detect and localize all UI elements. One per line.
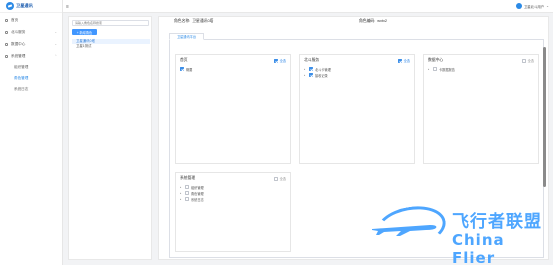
- sidebar-item-home[interactable]: 首页: [0, 14, 62, 26]
- caret-right-icon[interactable]: ▸: [428, 68, 431, 71]
- user-label: 卫星北斗用户: [523, 4, 545, 9]
- checkbox-unchecked-icon: [521, 58, 526, 63]
- sidebar-subitem-log[interactable]: 系统日志: [0, 84, 62, 95]
- tree-node[interactable]: ▸ 卡数据报告: [424, 66, 538, 72]
- caret-right-icon[interactable]: ▸: [180, 192, 183, 195]
- watermark: 飞行者联盟 China Flier: [370, 201, 548, 265]
- sidebar-item-label: 系统管理: [11, 53, 26, 58]
- checkbox-checked-icon[interactable]: [180, 67, 184, 71]
- gear-icon: [5, 54, 8, 58]
- sidebar-subitem-label: 系统日志: [14, 87, 29, 91]
- select-all-label: 全选: [403, 59, 410, 63]
- sidebar: 卫星通讯 首页 北斗服务 ⌄ 数据中心 ⌄ 系统管理 ⌃ 组织管理 角色管理 系…: [0, 0, 63, 265]
- checkbox-checked-icon: [397, 58, 402, 63]
- role-name-label: 角色名称:: [174, 19, 191, 23]
- card-title: 首页: [180, 58, 188, 62]
- select-all-checkbox[interactable]: 全选: [521, 58, 534, 63]
- tree-node-label: 角色管理: [191, 191, 204, 196]
- select-all-checkbox[interactable]: 全选: [397, 58, 410, 63]
- role-name-value: 卫星通讯0塔: [192, 19, 214, 23]
- caret-right-icon[interactable]: ▸: [304, 74, 307, 77]
- select-all-label: 全选: [527, 59, 534, 63]
- chevron-down-icon: ⌄: [546, 4, 549, 8]
- permission-card-data-center: 数据中心 全选 ▸ 卡数据报告: [423, 54, 539, 164]
- tree-node-label: 北斗卡管理: [315, 67, 331, 72]
- chevron-down-icon: ⌄: [54, 42, 57, 46]
- role-list: 卫星通讯0塔 卫星1测试: [72, 39, 150, 49]
- app-logo[interactable]: 卫星通讯: [0, 0, 62, 13]
- tree-node-label: 接收记录: [315, 73, 328, 78]
- tree-node[interactable]: ▸ 系统日志: [176, 196, 290, 202]
- permission-card-system: 系统管理 全选 ▸ 组织管理 ▸ 角色管理 ▸ 系统日志: [175, 172, 291, 252]
- chevron-down-icon: ⌄: [54, 30, 57, 34]
- sidebar-subitem-role[interactable]: 角色管理: [0, 73, 62, 84]
- chevron-up-icon: ⌃: [54, 54, 57, 58]
- vertical-scrollbar[interactable]: [543, 47, 546, 187]
- caret-right-icon[interactable]: ▸: [180, 198, 183, 201]
- select-all-label: 全选: [279, 59, 286, 63]
- checkbox-unchecked-icon[interactable]: [433, 67, 437, 71]
- sidebar-subitem-label: 组织管理: [14, 65, 29, 69]
- role-code: 角色编码: wxtx2: [359, 19, 387, 24]
- sidebar-item-system[interactable]: 系统管理 ⌃: [0, 50, 62, 62]
- permission-card-beidou: 北斗服务 全选 ▸ 北斗卡管理 ▸ 接收记录: [299, 54, 415, 164]
- satellite-logo-icon: [6, 2, 14, 10]
- sidebar-item-label: 首页: [11, 17, 19, 22]
- menu-icon[interactable]: ≡: [66, 4, 69, 10]
- sidebar-item-beidou[interactable]: 北斗服务 ⌄: [0, 26, 62, 38]
- select-all-label: 全选: [279, 177, 286, 181]
- add-role-button[interactable]: + 新增角色: [72, 29, 97, 35]
- checkbox-unchecked-icon[interactable]: [185, 197, 189, 201]
- sidebar-item-data-center[interactable]: 数据中心 ⌄: [0, 38, 62, 50]
- app-title: 卫星通讯: [16, 3, 33, 8]
- watermark-chinese-text: 飞行者联盟: [452, 212, 542, 232]
- satellite-icon: [5, 30, 8, 34]
- watermark-english-text: China Flier: [452, 231, 505, 265]
- role-code-value: wxtx2: [377, 19, 387, 23]
- database-icon: [5, 42, 8, 46]
- role-search-input[interactable]: [72, 20, 149, 26]
- caret-right-icon[interactable]: ▸: [304, 68, 307, 71]
- top-bar: ≡ 卫星北斗用户 ⌄: [63, 0, 553, 13]
- tree-node-label: 卡数据报告: [439, 67, 455, 72]
- sidebar-item-label: 数据中心: [11, 41, 26, 46]
- sidebar-item-label: 北斗服务: [11, 29, 26, 34]
- tree-node-label: 组织管理: [191, 185, 204, 190]
- checkbox-checked-icon[interactable]: [309, 73, 313, 77]
- tree-node[interactable]: 概要: [176, 66, 290, 72]
- checkbox-unchecked-icon[interactable]: [185, 185, 189, 189]
- select-all-checkbox[interactable]: 全选: [273, 176, 286, 181]
- tree-node[interactable]: ▸ 接收记录: [300, 72, 414, 78]
- checkbox-checked-icon: [273, 58, 278, 63]
- checkbox-unchecked-icon[interactable]: [185, 191, 189, 195]
- sidebar-subitem-label: 角色管理: [14, 76, 29, 80]
- caret-right-icon[interactable]: ▸: [180, 186, 183, 189]
- tab-platform[interactable]: 卫星通讯平台: [169, 33, 204, 40]
- role-item[interactable]: 卫星1测试: [72, 44, 150, 49]
- tree-node-label: 系统日志: [191, 197, 204, 202]
- airplane-icon: [372, 225, 437, 236]
- permission-card-home: 首页 全选 概要: [175, 54, 291, 164]
- user-menu[interactable]: 卫星北斗用户 ⌄: [515, 3, 549, 9]
- role-name: 角色名称: 卫星通讯0塔: [174, 19, 213, 24]
- role-code-label: 角色编码:: [359, 19, 376, 23]
- card-title: 数据中心: [428, 58, 444, 62]
- sidebar-subitem-org[interactable]: 组织管理: [0, 62, 62, 73]
- tree-node-label: 概要: [186, 67, 193, 72]
- avatar: [515, 3, 522, 9]
- checkbox-checked-icon[interactable]: [309, 67, 313, 71]
- role-list-panel: + 新增角色 卫星通讯0塔 卫星1测试: [68, 16, 152, 260]
- checkbox-unchecked-icon: [273, 176, 278, 181]
- home-icon: [5, 18, 8, 22]
- card-title: 系统管理: [180, 176, 196, 180]
- card-title: 北斗服务: [304, 58, 320, 62]
- select-all-checkbox[interactable]: 全选: [273, 58, 286, 63]
